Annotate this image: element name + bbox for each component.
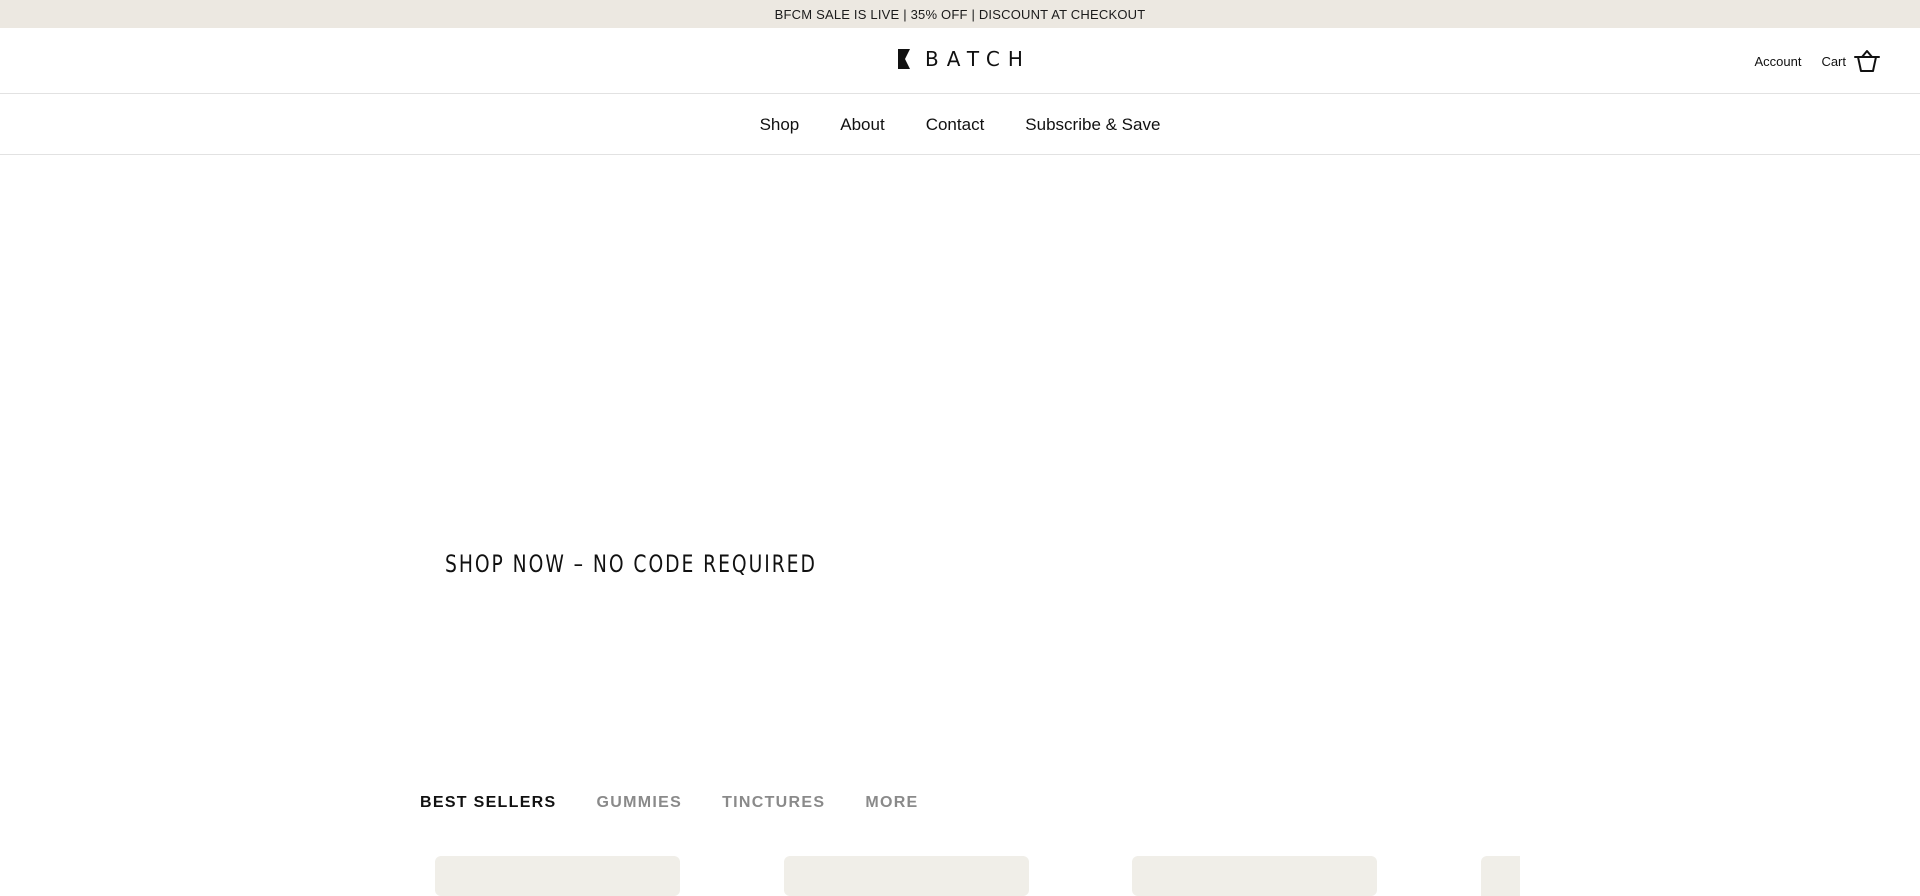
announcement-text: BFCM SALE IS LIVE | 35% OFF | DISCOUNT A… (774, 6, 1146, 22)
product-tabs: BEST SELLERS GUMMIES TINCTURES MORE (420, 792, 919, 814)
nav-item-about[interactable]: About (840, 115, 884, 135)
hero-cta-text[interactable]: SHOP NOW – NO CODE REQUIRED (445, 550, 817, 578)
logo[interactable]: BATCH (897, 48, 1031, 70)
tab-more[interactable]: MORE (865, 794, 918, 812)
header-actions: Account Cart (1754, 48, 1880, 74)
product-card[interactable] (1132, 856, 1377, 896)
nav-item-contact[interactable]: Contact (926, 115, 985, 135)
batch-logo-mark-icon (898, 49, 910, 69)
site-header: BATCH Account Cart (0, 28, 1920, 94)
hero-banner[interactable]: SHOP NOW – NO CODE REQUIRED (0, 156, 1920, 776)
basket-icon (1854, 50, 1880, 72)
product-carousel (0, 856, 1920, 896)
tab-best-sellers[interactable]: BEST SELLERS (420, 794, 557, 812)
product-card[interactable] (784, 856, 1029, 896)
product-card[interactable] (1481, 856, 1520, 896)
product-card[interactable] (435, 856, 680, 896)
announcement-bar: BFCM SALE IS LIVE | 35% OFF | DISCOUNT A… (0, 0, 1920, 28)
nav-item-subscribe-save[interactable]: Subscribe & Save (1025, 115, 1160, 135)
logo-text: BATCH (925, 47, 1031, 71)
main-nav: Shop About Contact Subscribe & Save (0, 95, 1920, 155)
tab-gummies[interactable]: GUMMIES (597, 794, 683, 812)
cart-link[interactable]: Cart (1821, 49, 1880, 73)
cart-label: Cart (1821, 53, 1846, 69)
nav-item-shop[interactable]: Shop (760, 115, 800, 135)
account-link[interactable]: Account (1754, 54, 1801, 69)
tab-tinctures[interactable]: TINCTURES (722, 794, 825, 812)
